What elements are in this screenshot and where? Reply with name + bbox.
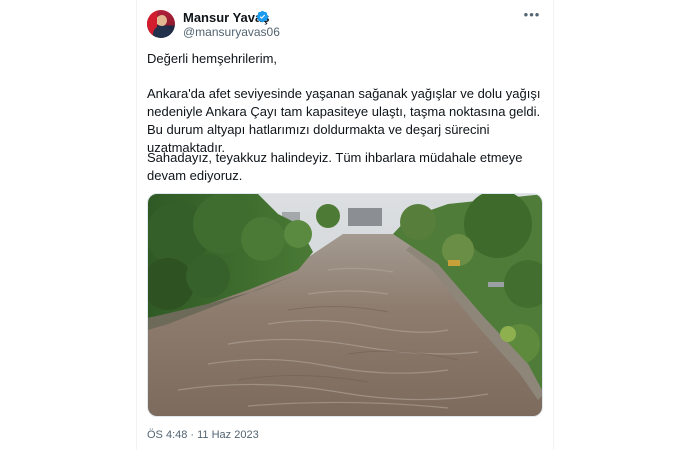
- tweet-card: Mansur Yavaş @mansuryavas06 ••• Değerli …: [136, 0, 554, 450]
- more-horizontal-icon[interactable]: •••: [523, 8, 541, 23]
- tweet-photo[interactable]: [147, 193, 543, 417]
- author-avatar[interactable]: [147, 10, 175, 38]
- avatar-suit: [153, 26, 171, 38]
- tweet-paragraph: Değerli hemşehrilerim,: [147, 51, 278, 66]
- tweet-paragraph: Ankara'da afet seviyesinde yaşanan sağan…: [147, 86, 541, 155]
- verified-badge-icon: [256, 10, 269, 23]
- flooded-river-image: [148, 194, 542, 416]
- tweet-timestamp[interactable]: ÖS 4:48 · 11 Haz 2023: [147, 429, 259, 441]
- tweet-paragraph: Sahadayız, teyakkuz halindeyiz. Tüm ihba…: [147, 150, 523, 183]
- avatar-face: [157, 15, 167, 26]
- author-handle[interactable]: @mansuryavas06: [183, 25, 280, 39]
